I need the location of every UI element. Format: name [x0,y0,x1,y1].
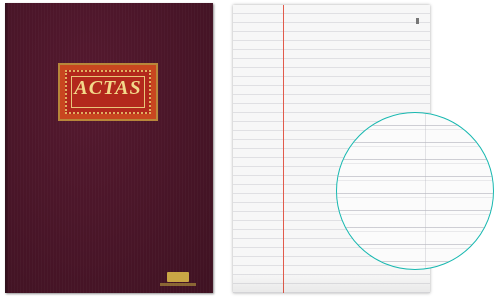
margin-line [283,5,284,293]
magnified-rule-lines [337,113,493,269]
book-cover: ACTAS [5,3,213,293]
cover-title: ACTAS [74,77,142,99]
page-corner-mark [416,18,419,24]
page-bottom-shade [233,273,430,293]
spine-shadow [5,3,9,293]
publisher-logo-underline [160,283,196,286]
cover-label: ACTAS [58,63,158,121]
magnified-fold-line [425,113,426,269]
magnifier-circle [336,112,494,270]
publisher-logo-icon [167,272,189,282]
